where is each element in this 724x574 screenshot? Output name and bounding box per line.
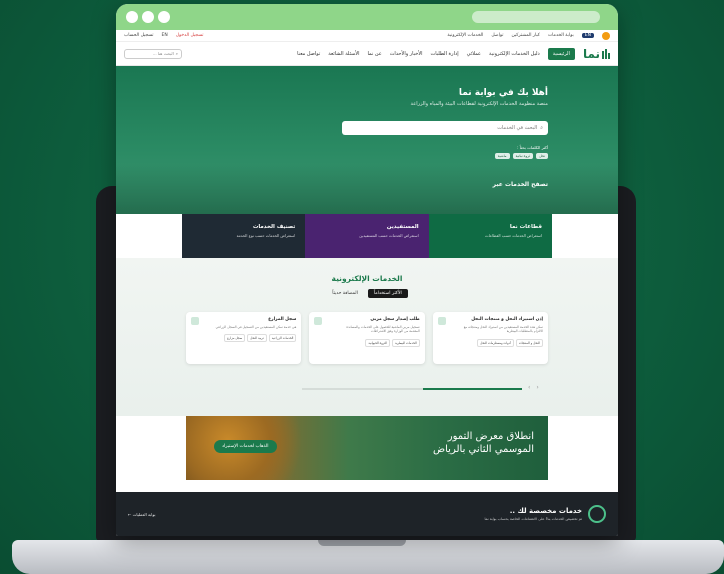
user-star-icon xyxy=(588,505,606,523)
chevron-left-icon[interactable]: ‹ xyxy=(528,384,530,391)
tab-newly-added[interactable]: المضافة حديثاً xyxy=(326,289,364,298)
banner-button[interactable]: الذهاب لخدمات الإستيراد xyxy=(214,440,277,453)
service-cards: إذن استيراد النحل و منتجات النحل تمكن هذ… xyxy=(116,312,618,364)
service-tag[interactable]: سجل مزارع xyxy=(224,334,246,343)
nav-item-home[interactable]: الرئيسية xyxy=(547,47,575,60)
main-nav: نما الرئيسية دليل الخدمات الإلكترونية عم… xyxy=(116,42,618,66)
service-tag[interactable]: الخدمات الزراعية xyxy=(268,334,297,343)
register-link[interactable]: تسجيل الحساب xyxy=(124,33,154,38)
category-card-sectors[interactable]: قطاعات نما استعراض الخدمات حسب القطاعات xyxy=(428,214,552,258)
popular-label: أكثر الكلمات بحثاً : xyxy=(517,145,548,150)
popular-tags: نحل ثروة نباتية ماشية xyxy=(136,153,548,159)
nav-item-clients[interactable]: عملائي xyxy=(467,51,481,57)
laptop-notch xyxy=(318,540,406,546)
service-tag[interactable]: تربية النحل xyxy=(247,334,267,343)
hero-title: أهلا بك في بوابة نما xyxy=(458,88,548,98)
services-tabs: الأكثر استخداماً المضافة حديثاً xyxy=(116,289,618,298)
logo-bars-icon xyxy=(602,48,610,59)
nav-item-contact[interactable]: تواصل معنا xyxy=(297,51,320,57)
nav-item-faq[interactable]: الأسئلة الشائعة xyxy=(328,51,359,57)
hero-subtitle: منصة منظومة الخدمات الإلكترونية لقطاعات … xyxy=(410,101,548,107)
carousel-progress[interactable] xyxy=(302,388,522,390)
utility-bar: EN بوابة الخدمات كبار المشتركين تواصل ال… xyxy=(116,30,618,42)
window-dot-icon[interactable] xyxy=(158,11,170,23)
util-link[interactable]: كبار المشتركين xyxy=(511,33,539,38)
search-icon: ⌕ xyxy=(540,125,543,131)
tab-most-used[interactable]: الأكثر استخداماً xyxy=(367,289,408,298)
eservices-section: الخدمات الإلكترونية الأكثر استخداماً الم… xyxy=(116,258,618,416)
profile-icon[interactable] xyxy=(602,31,610,40)
browse-label: تصفح الخدمات عبر xyxy=(492,181,548,188)
nav-item-services-guide[interactable]: دليل الخدمات الإلكترونية xyxy=(489,51,540,57)
category-card-beneficiaries[interactable]: المستفيدين استعراض الخدمات حسب المستفيدي… xyxy=(305,214,429,258)
personalized-strip: خدمات مخصصة لك .. تم تخصيص الخدمات بناءً… xyxy=(116,492,618,536)
util-link[interactable]: تواصل xyxy=(491,33,503,38)
brand-logo[interactable]: نما xyxy=(583,47,610,61)
personalized-text: خدمات مخصصة لك .. تم تخصيص الخدمات بناءً… xyxy=(484,507,582,521)
banner-text: انطلاق معرض التمور الموسمي الثاني بالريا… xyxy=(433,431,534,455)
nav-item-requests[interactable]: إدارة الطلبات xyxy=(431,51,459,57)
service-tag[interactable]: الخدمات البيطرية xyxy=(391,338,420,347)
carousel-arrows: ‹ › xyxy=(528,384,539,391)
service-icon xyxy=(191,317,200,325)
service-tag[interactable]: الثروة الحيوانية xyxy=(365,338,390,347)
hero-section: أهلا بك في بوابة نما منصة منظومة الخدمات… xyxy=(116,66,618,214)
popular-tag[interactable]: ثروة نباتية xyxy=(512,153,534,159)
service-icon xyxy=(314,317,323,325)
address-bar[interactable] xyxy=(472,11,600,23)
nav-item-news[interactable]: الأخبار والأحداث xyxy=(390,51,423,57)
hero-search-input[interactable]: ⌕ البحث في الخدمات xyxy=(342,121,548,135)
brand-name: نما xyxy=(582,46,600,61)
service-icon xyxy=(437,317,446,325)
nav-search-input[interactable]: ⌕ البحث هنا ... xyxy=(124,48,182,59)
service-tag[interactable]: النحل و المنتجات xyxy=(515,338,543,347)
popular-tag[interactable]: ماشية xyxy=(494,153,510,159)
login-link[interactable]: تسجيل الدخول xyxy=(176,33,204,38)
nav-item-about[interactable]: عن نما xyxy=(368,51,382,57)
util-link[interactable]: الخدمات الإلكترونية xyxy=(447,33,483,38)
util-link[interactable]: بوابة الخدمات xyxy=(548,33,574,38)
language-badge[interactable]: EN xyxy=(581,33,594,38)
service-card[interactable]: إذن استيراد النحل و منتجات النحل تمكن هذ… xyxy=(432,312,548,364)
service-tag[interactable]: أدوات ومستلزمات النحل xyxy=(477,338,514,347)
service-card[interactable]: طلب إصدار سجل مربي تسجيل مربي الماشية لل… xyxy=(309,312,425,364)
chevron-right-icon[interactable]: › xyxy=(536,384,538,391)
carousel-progress-fill xyxy=(423,388,522,390)
popular-tag[interactable]: نحل xyxy=(536,153,548,159)
browser-chrome xyxy=(116,4,618,30)
service-card[interactable]: سجل المزارع هي خدمة تمكن المستفيدين من ا… xyxy=(186,312,302,364)
browser-window: EN بوابة الخدمات كبار المشتركين تواصل ال… xyxy=(116,4,618,536)
search-icon: ⌕ xyxy=(175,51,178,56)
operations-link[interactable]: بوابة العمليات ← xyxy=(128,512,156,517)
category-card-classification[interactable]: تصنيف الخدمات استعراض الخدمات حسب نوع ال… xyxy=(182,214,306,258)
lang-link[interactable]: EN xyxy=(162,33,168,38)
category-cards: قطاعات نما استعراض الخدمات حسب القطاعات … xyxy=(182,214,552,258)
section-title: الخدمات الإلكترونية xyxy=(331,274,403,283)
promo-banner: انطلاق معرض التمور الموسمي الثاني بالريا… xyxy=(186,416,548,480)
window-dot-icon[interactable] xyxy=(126,11,138,23)
window-dot-icon[interactable] xyxy=(142,11,154,23)
